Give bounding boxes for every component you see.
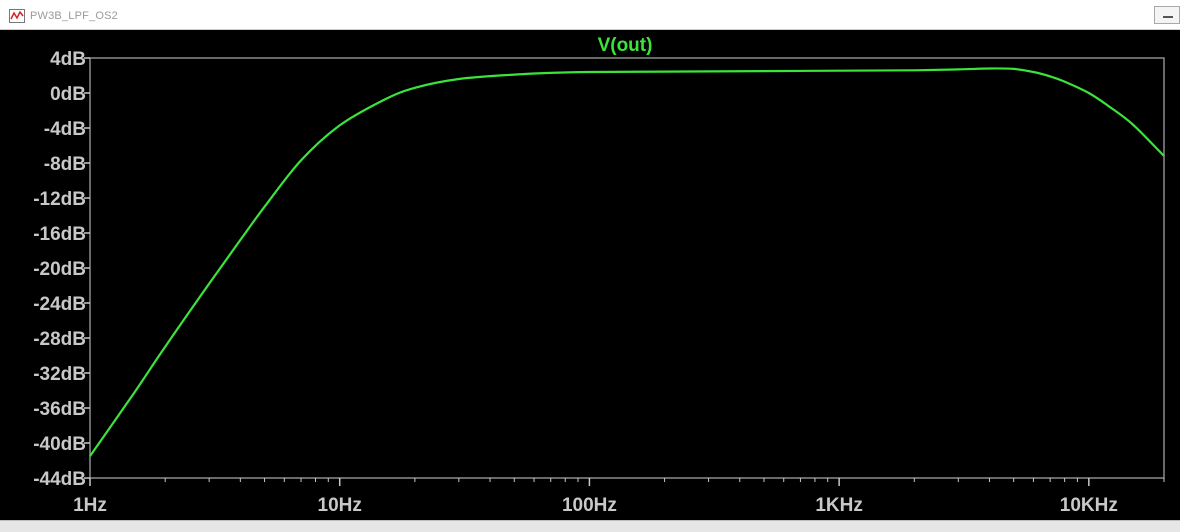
- plot-frame: [89, 57, 1165, 479]
- minimize-icon: [1163, 16, 1173, 18]
- y-tick-label: -32dB: [33, 364, 86, 385]
- y-tick-label: -40dB: [33, 434, 86, 455]
- trace-vout[interactable]: [89, 67, 1165, 457]
- plot-area[interactable]: V(out) 4dB 0dB -4dB -8dB -12dB -16dB -20dB -24d…: [0, 30, 1180, 520]
- bode-plot[interactable]: V(out) 4dB 0dB -4dB -8dB -12dB -16dB -20dB -24d…: [0, 30, 1180, 520]
- x-tick-label: 10KHz: [1060, 495, 1118, 516]
- y-tick-label: -4dB: [44, 119, 86, 140]
- x-tick-label: 1Hz: [73, 495, 107, 516]
- y-tick-label: -16dB: [33, 224, 86, 245]
- y-tick-label: -12dB: [33, 189, 86, 210]
- y-tick-label: -28dB: [33, 329, 86, 350]
- window-title: PW3B_LPF_OS2: [30, 10, 118, 22]
- y-tick-label: -24dB: [33, 294, 86, 315]
- waveform-viewer-icon: [9, 9, 25, 23]
- y-tick-label: 0dB: [50, 84, 86, 105]
- status-strip: [0, 520, 1180, 532]
- y-tick-label: -8dB: [44, 154, 86, 175]
- y-tick-label: 4dB: [50, 49, 86, 70]
- trace-title[interactable]: V(out): [598, 35, 653, 56]
- y-tick-label: -36dB: [33, 399, 86, 420]
- x-tick-label: 10Hz: [318, 495, 362, 516]
- x-axis: 1Hz 10Hz 100Hz 1KHz 10KHz: [73, 478, 1165, 516]
- y-axis: 4dB 0dB -4dB -8dB -12dB -16dB -20dB -24dB -28dB -…: [33, 49, 90, 490]
- y-tick-label: -44dB: [33, 469, 86, 490]
- minimize-button[interactable]: [1154, 6, 1180, 24]
- x-tick-label: 100Hz: [562, 495, 617, 516]
- window-titlebar: PW3B_LPF_OS2: [0, 0, 1180, 30]
- y-tick-label: -20dB: [33, 259, 86, 280]
- x-tick-label: 1KHz: [815, 495, 863, 516]
